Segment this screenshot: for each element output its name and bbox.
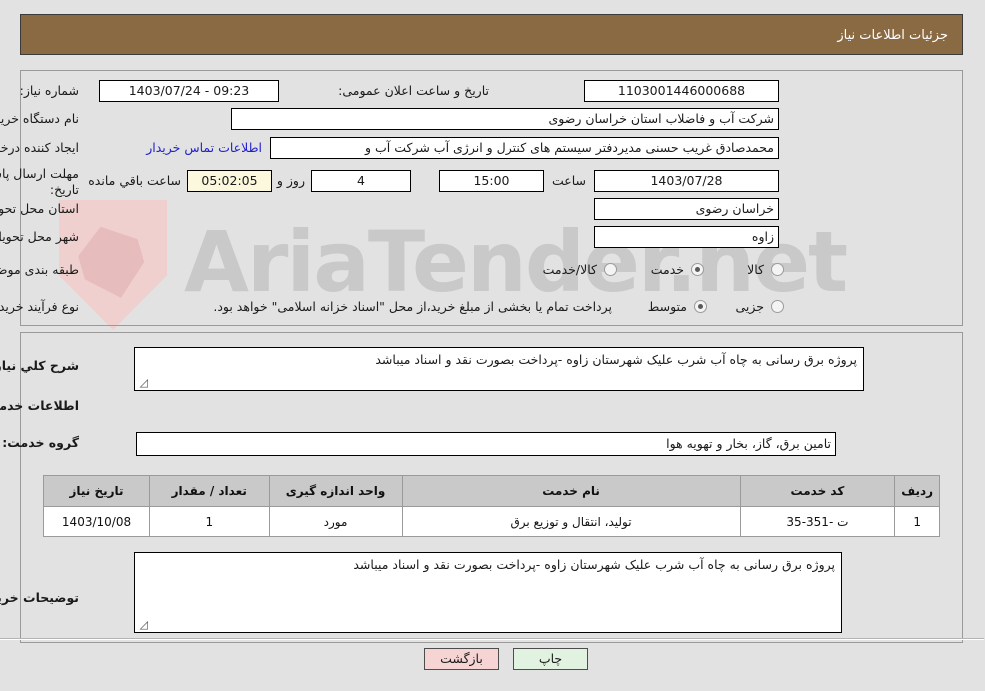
process-radio-motevaset[interactable] (695, 300, 708, 313)
remaining-hours-label: ساعت باقي مانده (89, 173, 182, 188)
buyer-notes-textarea[interactable]: پروژه برق رسانی به چاه آب شرب علیک شهرست… (135, 552, 843, 633)
buyer-contact-link[interactable]: اطلاعات تماس خریدار (147, 140, 263, 155)
deadline-hour-label: ساعت (552, 173, 587, 188)
service-group-label: گروه خدمت: (3, 435, 80, 450)
delivery-province-label: استان محل تحویل: (0, 201, 80, 216)
column-header-code: کد خدمت (740, 475, 897, 507)
page-title: جزئیات اطلاعات نیاز (838, 28, 949, 43)
category-label-khedmat: خدمت (651, 262, 685, 277)
resize-handle-icon[interactable]: ◿ (139, 377, 149, 388)
purchase-process-label: نوع فرآیند خرید : (0, 299, 80, 314)
buyer-org-field[interactable]: شرکت آب و فاضلاب استان خراسان رضوی (232, 108, 780, 130)
category-radio-khedmat[interactable] (692, 263, 705, 276)
cell-row: 1 (895, 506, 941, 537)
need-number-label: شماره نیاز: (20, 83, 80, 98)
delivery-province-field[interactable]: خراسان رضوی (595, 198, 780, 220)
delivery-city-field[interactable]: زاوه (595, 226, 780, 248)
services-heading: اطلاعات خدمات مورد نیاز (0, 398, 80, 413)
process-radio-jozii[interactable] (772, 300, 785, 313)
cell-date: 1403/10/08 (43, 506, 152, 537)
announce-datetime-field[interactable]: 1403/07/24 - 09:23 (100, 80, 280, 102)
announce-datetime-label: تاریخ و ساعت اعلان عمومی: (339, 83, 490, 98)
request-creator-label: ایجاد کننده درخواست: (0, 140, 80, 155)
subject-category-label: طبقه بندی موضوعی: (0, 262, 80, 277)
need-summary-label: شرح کلي نیاز: (0, 358, 80, 373)
deadline-time-field[interactable]: 15:00 (440, 170, 545, 192)
buyer-org-label: نام دستگاه خریدار: (0, 111, 80, 126)
category-label-kala: کالا (748, 262, 765, 277)
page-header-bar: جزئیات اطلاعات نیاز (21, 14, 964, 55)
remaining-days-label: روز و (277, 173, 306, 188)
cell-name: تولید، انتقال و توزیع برق (402, 506, 742, 537)
countdown-field: 05:02:05 (188, 170, 273, 192)
category-label-kala-khedmat: کالا/خدمت (543, 262, 598, 277)
buyer-notes-label: توضیحات خریدار: (0, 590, 80, 605)
cell-qty: 1 (150, 506, 271, 537)
services-table: ردیف کد خدمت نام خدمت واحد اندازه گیری ت… (43, 475, 941, 537)
back-button[interactable]: بازگشت (425, 648, 500, 670)
notes-resize-handle-icon[interactable]: ◿ (139, 619, 149, 630)
column-header-row: ردیف (895, 475, 941, 507)
category-radio-kala[interactable] (772, 263, 785, 276)
delivery-city-label: شهر محل تحویل: (0, 229, 80, 244)
process-label-motevaset: متوسط (648, 299, 688, 314)
column-header-qty: تعداد / مقدار (150, 475, 271, 507)
need-number-field[interactable]: 1103001446000688 (585, 80, 780, 102)
cell-unit: مورد (269, 506, 404, 537)
category-radio-kala-khedmat[interactable] (605, 263, 618, 276)
table-row: 1 ت -351-35 تولید، انتقال و توزیع برق مو… (43, 506, 941, 537)
print-button[interactable]: چاپ (514, 648, 589, 670)
purchase-process-note: پرداخت تمام یا بخشی از مبلغ خرید،از محل … (214, 299, 613, 314)
need-summary-text: پروژه برق رسانی به چاه آب شرب علیک شهرست… (376, 352, 858, 367)
buyer-notes-text: پروژه برق رسانی به چاه آب شرب علیک شهرست… (354, 557, 836, 572)
column-header-unit: واحد اندازه گیری (269, 475, 404, 507)
service-group-field[interactable]: تامین برق، گاز، بخار و تهویه هوا (137, 432, 837, 456)
process-label-jozii: جزیی (736, 299, 765, 314)
footer-divider (0, 638, 985, 640)
remaining-days-field[interactable]: 4 (312, 170, 412, 192)
need-summary-textarea[interactable]: پروژه برق رسانی به چاه آب شرب علیک شهرست… (135, 347, 865, 391)
column-header-name: نام خدمت (402, 475, 742, 507)
request-creator-field[interactable]: محمدصادق غریب حسنی مدیردفتر سیستم های کن… (271, 137, 780, 159)
table-header-row: ردیف کد خدمت نام خدمت واحد اندازه گیری ت… (43, 475, 941, 507)
cell-code: ت -351-35 (740, 506, 897, 537)
deadline-date-field[interactable]: 1403/07/28 (595, 170, 780, 192)
column-header-date: تاریخ نیاز (43, 475, 152, 507)
deadline-label: مهلت ارسال پاسخ: تا تاریخ: (0, 166, 80, 197)
